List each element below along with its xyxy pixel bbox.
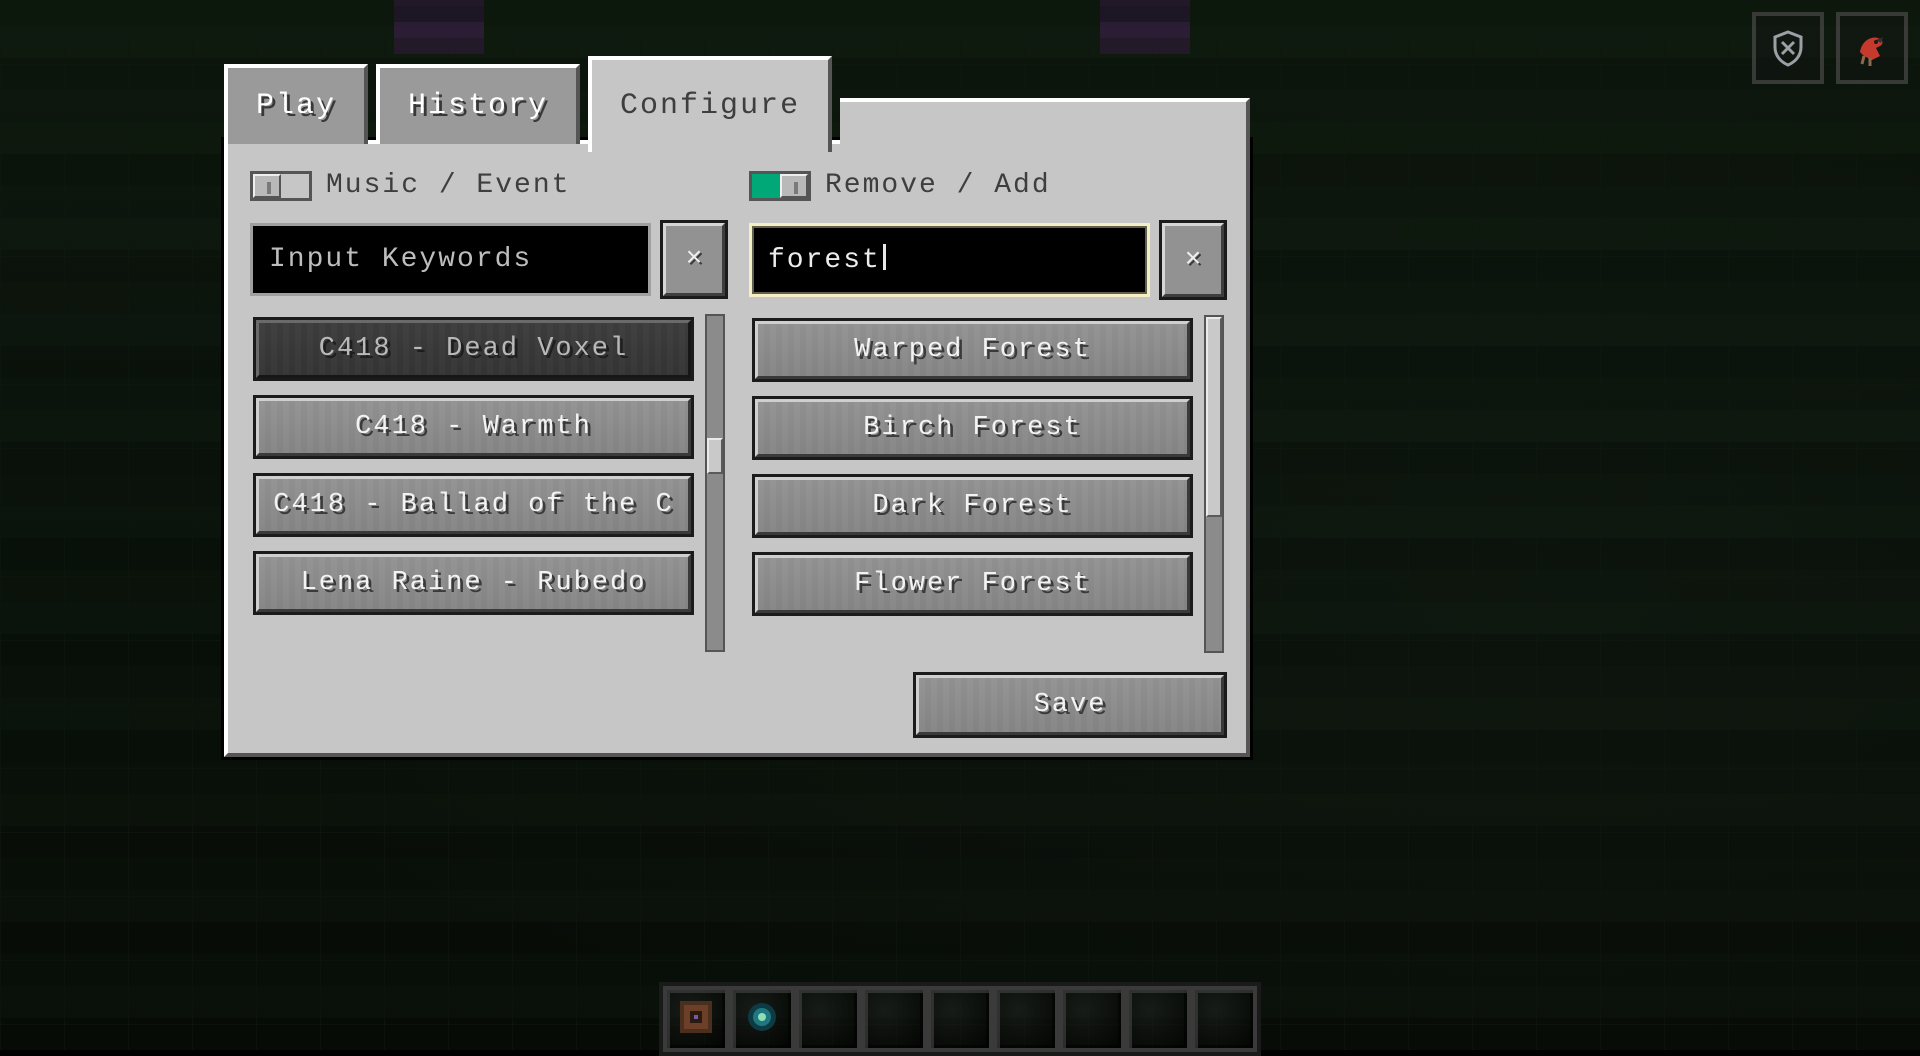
left-column: Music / Event × C418 - Dead VoxelC418 - … [250, 170, 725, 653]
event-list-area: Warped Forest Birch Forest Dark Forest Flow… [749, 315, 1224, 653]
hotbar-slot[interactable] [1191, 986, 1257, 1052]
ender-eye-icon [742, 997, 782, 1042]
portal-glow-left [394, 0, 484, 54]
music-search-clear-button[interactable]: × [663, 223, 725, 296]
hotbar-slot[interactable] [993, 986, 1059, 1052]
event-list: Warped Forest Birch Forest Dark Forest Flow… [749, 315, 1198, 653]
music-scrollbar-thumb[interactable] [707, 438, 723, 474]
list-item[interactable]: Dark Forest [755, 477, 1190, 535]
event-scrollbar[interactable] [1204, 315, 1224, 653]
event-search-input[interactable]: forest [749, 223, 1150, 297]
toggle-knob-icon [780, 174, 808, 198]
save-button[interactable]: Save [916, 675, 1224, 735]
hotbar[interactable] [659, 982, 1261, 1056]
caret-icon [883, 244, 886, 270]
top-right-tool-icons [1752, 12, 1908, 84]
jukebox-icon [676, 997, 716, 1042]
hotbar-slot[interactable] [861, 986, 927, 1052]
toggle-knob-icon [253, 174, 281, 198]
shield-tool-icon[interactable] [1752, 12, 1824, 84]
hotbar-slot[interactable] [1125, 986, 1191, 1052]
tab-strip-filler [840, 98, 1250, 144]
parrot-tool-icon[interactable] [1836, 12, 1908, 84]
event-scrollbar-thumb[interactable] [1206, 317, 1222, 517]
music-event-toggle[interactable] [250, 171, 312, 201]
list-item[interactable]: C418 - Ballad of the C [256, 476, 691, 534]
list-item[interactable]: C418 - Dead Voxel [256, 320, 691, 378]
music-event-label: Music / Event [326, 170, 570, 201]
right-column: Remove / Add forest × Warped Forest Birch… [749, 170, 1224, 653]
tab-play[interactable]: Play [224, 64, 368, 144]
panel-footer: Save [250, 675, 1224, 735]
list-item[interactable]: Warped Forest [755, 321, 1190, 379]
music-list-area: C418 - Dead Voxel C418 - Warmth C418 - Bal… [250, 314, 725, 652]
tab-configure[interactable]: Configure [588, 56, 832, 152]
list-item[interactable]: Birch Forest [755, 399, 1190, 457]
hotbar-slot[interactable] [795, 986, 861, 1052]
hotbar-slot[interactable] [927, 986, 993, 1052]
config-window: Play History Configure Music / Event × C… [224, 54, 1250, 757]
remove-add-label: Remove / Add [825, 170, 1051, 201]
music-list: C418 - Dead Voxel C418 - Warmth C418 - Bal… [250, 314, 699, 652]
list-item[interactable]: Flower Forest [755, 555, 1190, 613]
event-search-clear-button[interactable]: × [1162, 223, 1224, 297]
hotbar-slot[interactable] [663, 986, 729, 1052]
remove-add-toggle[interactable] [749, 171, 811, 201]
config-panel: Music / Event × C418 - Dead VoxelC418 - … [224, 140, 1250, 757]
list-item[interactable]: C418 - Warmth [256, 398, 691, 456]
event-search-value: forest [768, 245, 881, 276]
hotbar-slot[interactable] [1059, 986, 1125, 1052]
music-search-input[interactable] [250, 223, 651, 296]
hotbar-slot[interactable] [729, 986, 795, 1052]
music-scrollbar[interactable] [705, 314, 725, 652]
list-item[interactable]: Lena Raine - Rubedo [256, 554, 691, 612]
tab-history[interactable]: History [376, 64, 580, 144]
tabs-row: Play History Configure [224, 54, 1250, 140]
portal-glow-right [1100, 0, 1190, 54]
